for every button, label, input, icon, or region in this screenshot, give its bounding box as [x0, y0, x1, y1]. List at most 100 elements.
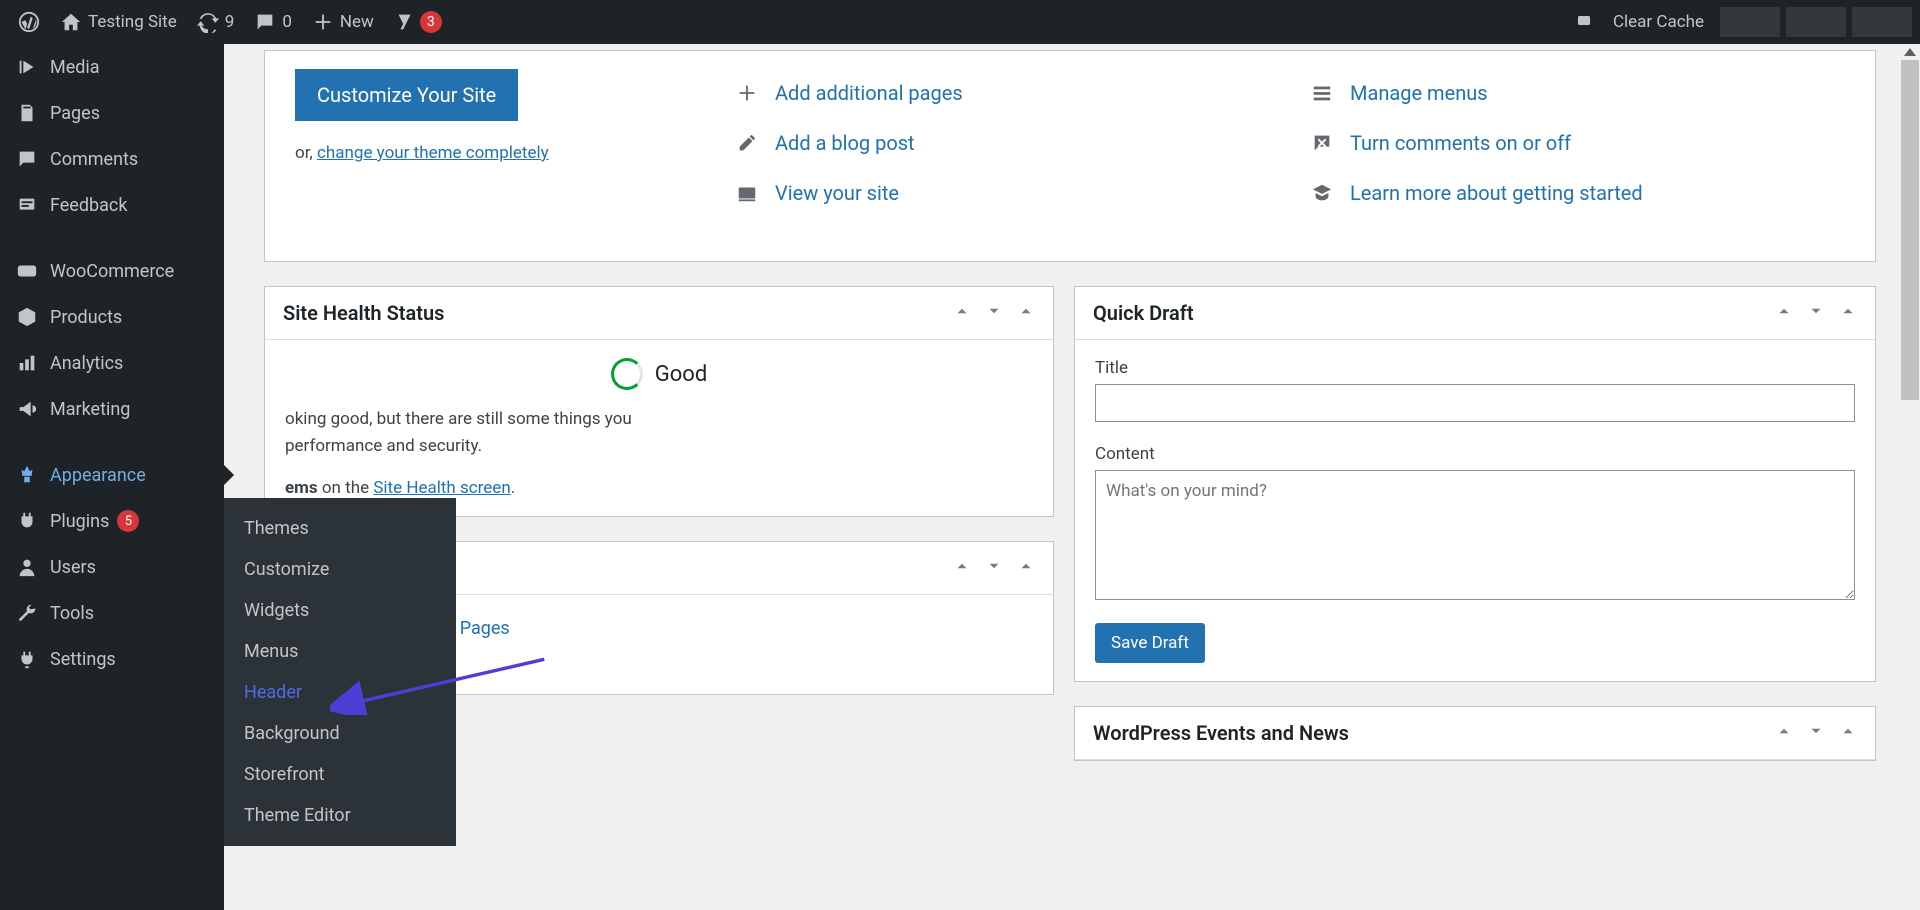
site-health-box: Site Health Status Good oking good, but … — [264, 286, 1054, 517]
wp-logo[interactable] — [8, 0, 50, 44]
scrollbar[interactable] — [1900, 44, 1920, 910]
update-icon — [197, 11, 219, 33]
sidebar-item-woocommerce[interactable]: WooCommerce — [0, 248, 224, 294]
change-theme-line: or, change your theme completely — [295, 143, 695, 163]
welcome-link-learn[interactable]: Learn more about getting started — [1310, 181, 1845, 205]
box-move-up[interactable] — [1775, 722, 1793, 745]
notifications-link[interactable] — [1565, 0, 1603, 44]
sidebar-label: Comments — [50, 149, 138, 170]
submenu-item-widgets[interactable]: Widgets — [224, 590, 456, 631]
sidebar-label: Media — [50, 57, 100, 78]
health-cta: ems on the Site Health screen. — [285, 478, 1033, 498]
wordpress-icon — [18, 11, 40, 33]
clear-cache-link[interactable]: Clear Cache — [1603, 0, 1714, 44]
clear-cache-label: Clear Cache — [1613, 12, 1704, 32]
title-input[interactable] — [1095, 384, 1855, 422]
sidebar-label: Settings — [50, 649, 116, 670]
box-move-up[interactable] — [953, 557, 971, 580]
scroll-thumb[interactable] — [1901, 60, 1919, 400]
customize-site-button[interactable]: Customize Your Site — [295, 69, 518, 121]
submenu-item-themes[interactable]: Themes — [224, 508, 456, 549]
learn-icon — [1310, 182, 1334, 204]
comments-icon — [14, 148, 40, 170]
sidebar-label: Products — [50, 307, 122, 328]
plugins-icon — [14, 510, 40, 532]
sidebar-item-appearance[interactable]: Appearance — [0, 452, 224, 498]
save-draft-button[interactable]: Save Draft — [1095, 623, 1205, 663]
sidebar-item-analytics[interactable]: Analytics — [0, 340, 224, 386]
visibility-icon — [735, 182, 759, 204]
welcome-link-comments-toggle[interactable]: Turn comments on or off — [1310, 131, 1845, 155]
welcome-link-view-site[interactable]: View your site — [735, 181, 1270, 205]
quick-draft-title: Quick Draft — [1093, 301, 1194, 325]
home-icon — [60, 11, 82, 33]
menu-icon — [1310, 82, 1334, 104]
sidebar-item-settings[interactable]: Settings — [0, 636, 224, 682]
plugins-badge: 5 — [117, 510, 139, 532]
dashboard-main: Customize Your Site or, change your them… — [224, 44, 1900, 825]
box-move-up[interactable] — [1775, 302, 1793, 325]
sidebar-item-media[interactable]: Media — [0, 44, 224, 90]
box-move-up[interactable] — [953, 302, 971, 325]
box-move-down[interactable] — [985, 557, 1003, 580]
welcome-link-add-blog[interactable]: Add a blog post — [735, 131, 1270, 155]
sidebar-label: Plugins — [50, 511, 109, 532]
users-icon — [14, 556, 40, 578]
updates-count: 9 — [225, 12, 235, 32]
events-news-box: WordPress Events and News — [1074, 706, 1876, 761]
bell-icon — [1575, 13, 1593, 31]
welcome-link-add-pages[interactable]: Add additional pages — [735, 81, 1270, 105]
sidebar-label: Pages — [50, 103, 100, 124]
submenu-item-menus[interactable]: Menus — [224, 631, 456, 672]
toolbar-box-1[interactable] — [1720, 7, 1780, 37]
sidebar-label: Tools — [50, 603, 94, 624]
quick-draft-header: Quick Draft — [1075, 287, 1875, 340]
glance-pages[interactable]: 10 Pages — [405, 617, 1033, 640]
sidebar-item-plugins[interactable]: Plugins 5 — [0, 498, 224, 544]
box-toggle[interactable] — [1017, 302, 1035, 325]
settings-icon — [14, 648, 40, 670]
scroll-up-icon — [1904, 48, 1916, 56]
site-name-link[interactable]: Testing Site — [50, 0, 187, 44]
sidebar-item-products[interactable]: Products — [0, 294, 224, 340]
new-content-link[interactable]: New — [302, 0, 384, 44]
site-health-header: Site Health Status — [265, 287, 1053, 340]
toolbar-box-2[interactable] — [1786, 7, 1846, 37]
submenu-item-customize[interactable]: Customize — [224, 549, 456, 590]
analytics-icon — [14, 352, 40, 374]
health-ring-icon — [611, 358, 643, 390]
box-move-down[interactable] — [985, 302, 1003, 325]
site-name: Testing Site — [88, 12, 177, 32]
pages-icon — [14, 102, 40, 124]
welcome-link-menus[interactable]: Manage menus — [1310, 81, 1845, 105]
toolbar-box-3[interactable] — [1852, 7, 1912, 37]
sidebar-item-comments[interactable]: Comments — [0, 136, 224, 182]
site-health-screen-link[interactable]: Site Health screen — [373, 478, 510, 498]
sidebar-label: Feedback — [50, 195, 127, 216]
sidebar-item-marketing[interactable]: Marketing — [0, 386, 224, 432]
box-move-down[interactable] — [1807, 722, 1825, 745]
box-toggle[interactable] — [1839, 722, 1857, 745]
sidebar-item-tools[interactable]: Tools — [0, 590, 224, 636]
title-label: Title — [1095, 358, 1855, 378]
updates-link[interactable]: 9 — [187, 0, 245, 44]
submenu-item-header[interactable]: Header — [224, 672, 456, 713]
submenu-item-storefront[interactable]: Storefront — [224, 754, 456, 795]
sidebar-label: Users — [50, 557, 96, 578]
box-toggle[interactable] — [1017, 557, 1035, 580]
change-theme-link[interactable]: change your theme completely — [317, 143, 549, 163]
health-status: Good — [285, 358, 1033, 390]
sidebar-item-feedback[interactable]: Feedback — [0, 182, 224, 228]
content-textarea[interactable] — [1095, 470, 1855, 600]
yoast-icon — [394, 11, 416, 33]
box-move-down[interactable] — [1807, 302, 1825, 325]
submenu-item-background[interactable]: Background — [224, 713, 456, 754]
submenu-item-theme-editor[interactable]: Theme Editor — [224, 795, 456, 836]
box-toggle[interactable] — [1839, 302, 1857, 325]
admin-toolbar: Testing Site 9 0 New 3 Clear Cache — [0, 0, 1920, 44]
yoast-link[interactable]: 3 — [384, 0, 452, 44]
sidebar-item-users[interactable]: Users — [0, 544, 224, 590]
sidebar-label: WooCommerce — [50, 261, 174, 282]
comments-link[interactable]: 0 — [244, 0, 302, 44]
sidebar-item-pages[interactable]: Pages — [0, 90, 224, 136]
